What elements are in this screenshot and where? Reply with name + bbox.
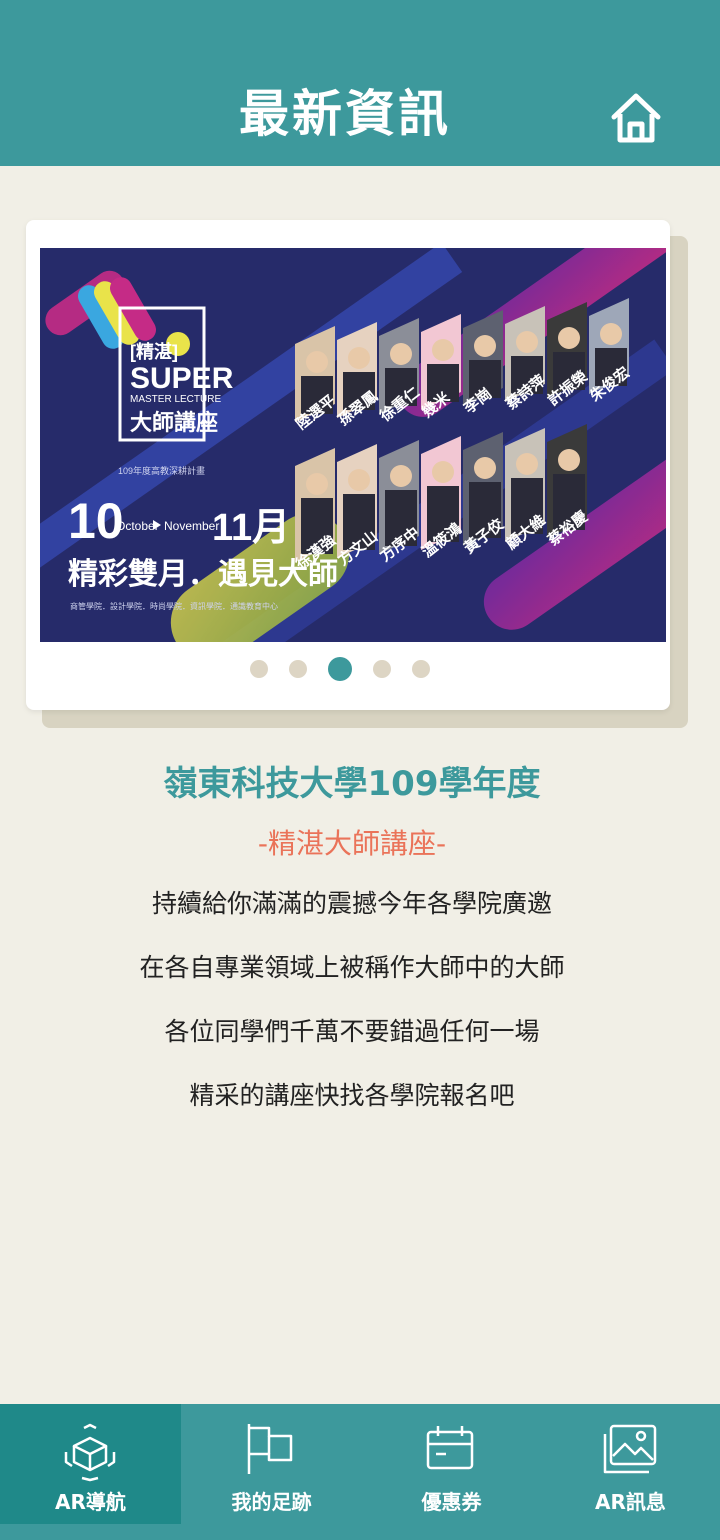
carousel-dot[interactable] — [328, 657, 352, 681]
news-line-2: 在各自專業領域上被稱作大師中的大師 — [139, 953, 565, 982]
speaker-face — [348, 469, 370, 491]
speaker-face — [306, 473, 328, 495]
tab-my-footprints[interactable]: 我的足跡 — [181, 1404, 362, 1524]
tab-label: 我的足跡 — [231, 1490, 312, 1514]
speaker-face — [516, 453, 538, 475]
banner-badge-line4: 大師講座 — [130, 410, 218, 435]
ar-cube-icon — [64, 1423, 116, 1482]
carousel-banner[interactable]: [精湛] SUPER MASTER LECTURE 大師講座 109年度高教深耕… — [40, 248, 666, 642]
speaker-face — [558, 449, 580, 471]
banner-month-end: 11月 — [212, 507, 290, 549]
news-line-1: 持續給你滿滿的震撼今年各學院廣邀 — [151, 889, 552, 918]
home-icon — [611, 93, 661, 143]
banner-badge-line3: MASTER LECTURE — [130, 394, 221, 405]
speaker-face — [600, 323, 622, 345]
tab-coupons[interactable]: 優惠券 — [362, 1404, 541, 1524]
news-title: 嶺東科技大學109學年度 — [163, 764, 541, 804]
speaker-face — [390, 343, 412, 365]
home-button[interactable] — [608, 90, 664, 146]
tab-label: 優惠券 — [421, 1490, 482, 1514]
speaker-face — [516, 331, 538, 353]
banner-artwork: [精湛] SUPER MASTER LECTURE 大師講座 109年度高教深耕… — [40, 248, 666, 642]
flag-icon — [247, 1424, 293, 1474]
banner-badge-line1: [精湛] — [130, 341, 178, 362]
speaker-face — [432, 461, 454, 483]
news-line-4: 精采的講座快找各學院報名吧 — [189, 1081, 515, 1110]
news-line-3: 各位同學們千萬不要錯過任何一場 — [164, 1017, 540, 1046]
speaker-face — [306, 351, 328, 373]
calendar-icon — [426, 1426, 474, 1470]
tab-label: AR訊息 — [595, 1490, 666, 1514]
carousel-dot[interactable] — [412, 660, 430, 678]
banner-plan-line: 109年度高教深耕計畫 — [118, 465, 205, 476]
bottom-tab-bar: AR導航 我的足跡 優惠券 AR訊息 — [0, 1404, 720, 1540]
speaker-face — [558, 327, 580, 349]
banner-colleges: 商管學院．設計學院．時尚學院．資訊學院．通識教育中心 — [70, 601, 278, 611]
speaker-face — [474, 457, 496, 479]
news-subtitle: -精湛大師講座- — [257, 827, 447, 860]
speaker-face — [348, 347, 370, 369]
image-icon — [603, 1424, 657, 1474]
page-title: 最新資訊 — [239, 85, 451, 143]
tab-ar-navigation[interactable]: AR導航 — [0, 1404, 181, 1524]
carousel-indicators — [250, 656, 451, 682]
carousel-dot[interactable] — [250, 660, 268, 678]
banner-badge-line2: SUPER — [130, 362, 234, 395]
speaker-face — [474, 335, 496, 357]
banner-month-start-en: October — [116, 519, 159, 533]
carousel-dot[interactable] — [289, 660, 307, 678]
speaker-face — [390, 465, 412, 487]
tab-ar-messages[interactable]: AR訊息 — [541, 1404, 720, 1524]
speaker-face — [432, 339, 454, 361]
app-header: 最新資訊 — [0, 0, 720, 166]
tab-label: AR導航 — [55, 1490, 126, 1514]
carousel-dot[interactable] — [373, 660, 391, 678]
